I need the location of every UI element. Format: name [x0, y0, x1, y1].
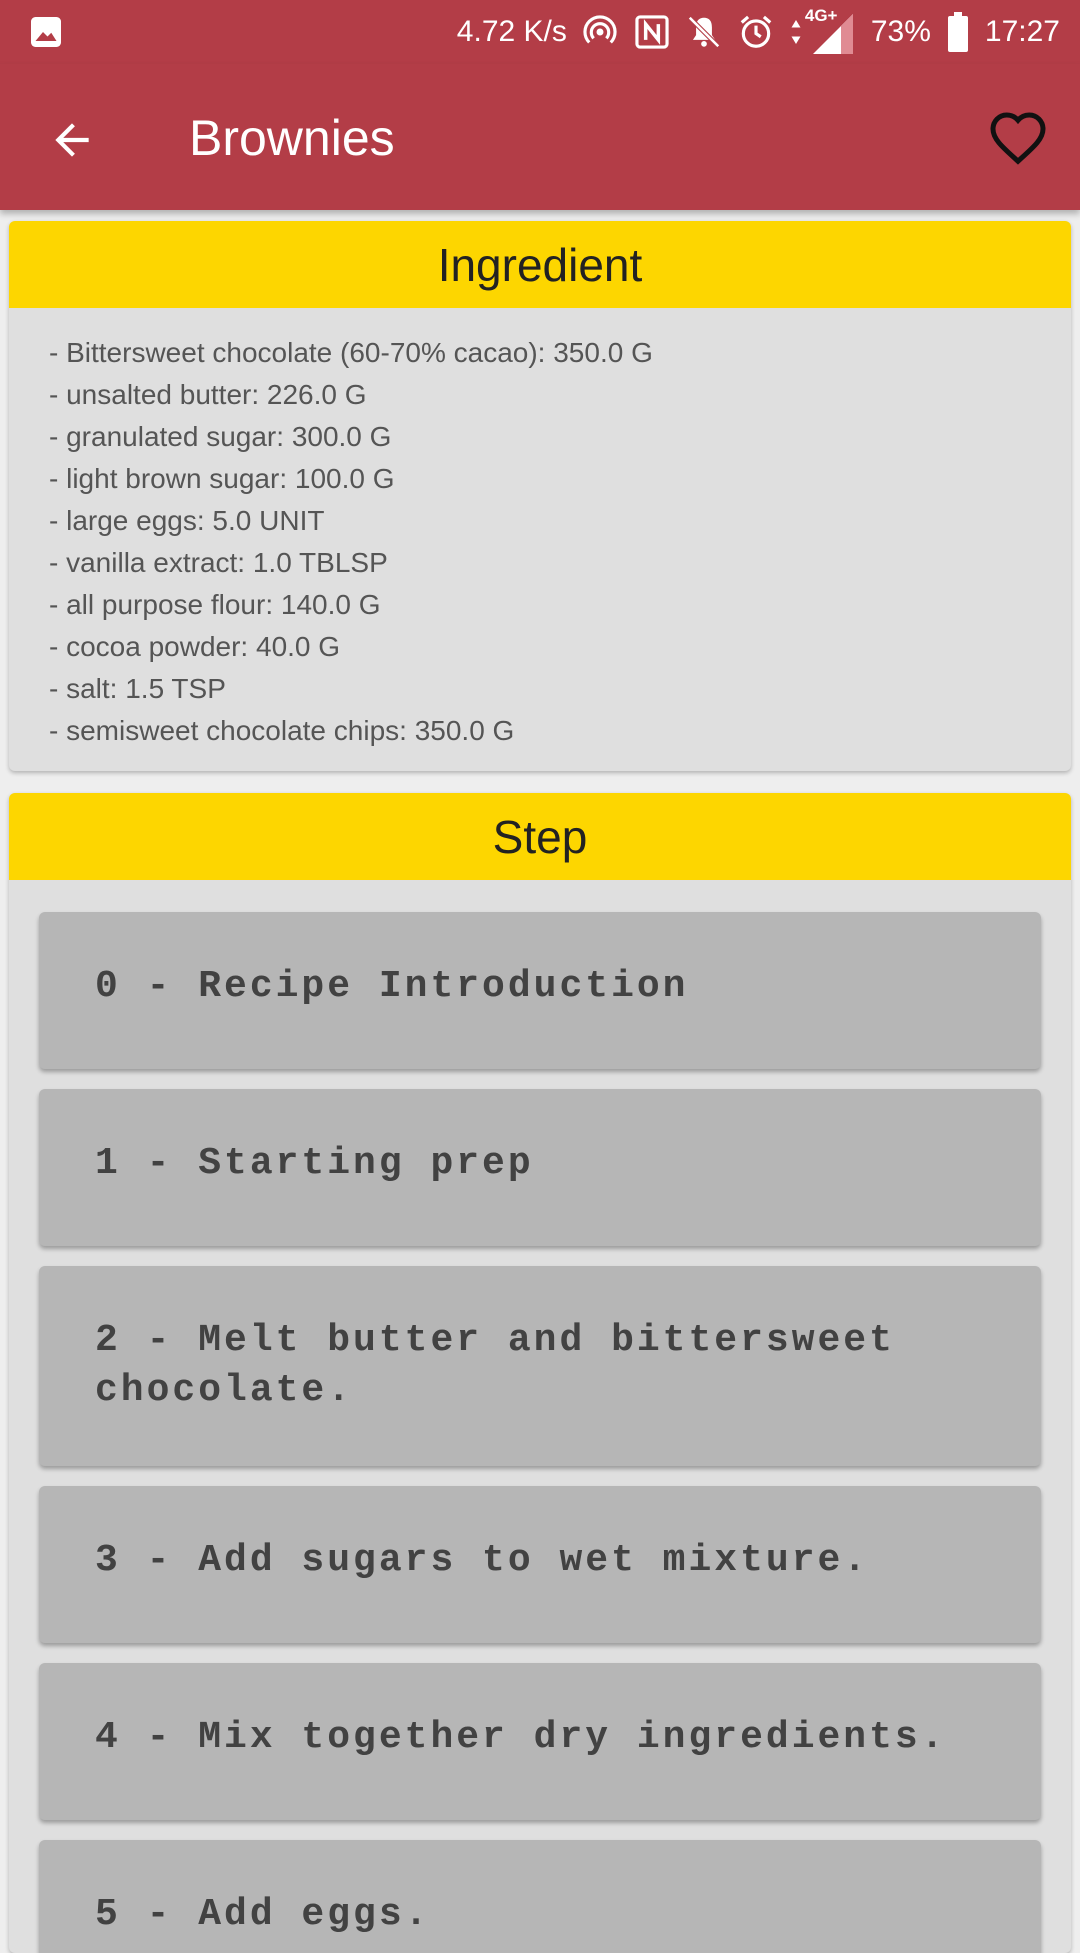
ingredient-item: - all purpose flour: 140.0 G: [49, 589, 381, 620]
battery-percent: 73%: [870, 15, 931, 48]
ingredient-item: - semisweet chocolate chips: 350.0 G: [49, 715, 515, 746]
ingredient-card: Ingredient - Bittersweet chocolate (60-7…: [9, 221, 1071, 771]
hotspot-icon: [583, 15, 617, 44]
app-bar: Brownies: [0, 64, 1080, 210]
step-header: Step: [9, 793, 1071, 880]
nfc-icon: [635, 15, 669, 49]
ingredient-item: - unsalted butter: 226.0 G: [49, 379, 367, 410]
ingredient-list: - Bittersweet chocolate (60-70% cacao): …: [9, 308, 1071, 752]
signal-icon: [812, 14, 853, 54]
alarm-icon: [740, 15, 772, 48]
step-item-0[interactable]: 0 - Recipe Introduction: [39, 912, 1041, 1069]
back-button[interactable]: [36, 104, 108, 176]
step-card: Step 0 - Recipe Introduction 1 - Startin…: [9, 793, 1071, 1953]
status-bar: 4.72 K/s 4G+ 73% 17:27: [0, 0, 1080, 64]
step-item-4[interactable]: 4 - Mix together dry ingredients.: [39, 1663, 1041, 1820]
ingredient-item: - large eggs: 5.0 UNIT: [49, 505, 325, 536]
ingredient-item: - Bittersweet chocolate (60-70% cacao): …: [49, 337, 653, 368]
favorite-button[interactable]: [980, 102, 1056, 178]
ingredient-item: - light brown sugar: 100.0 G: [49, 463, 395, 494]
bell-off-icon: [687, 16, 720, 48]
ingredient-item: - salt: 1.5 TSP: [49, 673, 226, 704]
clock: 17:27: [984, 15, 1060, 48]
ingredient-item: - granulated sugar: 300.0 G: [49, 421, 392, 452]
gallery-icon: [31, 17, 61, 47]
battery-icon: [947, 12, 968, 52]
heart-outline-icon: [990, 112, 1046, 165]
step-item-2[interactable]: 2 - Melt butter and bittersweet chocolat…: [39, 1266, 1041, 1466]
data-arrows-icon: [791, 20, 801, 44]
ingredient-item: - vanilla extract: 1.0 TBLSP: [49, 547, 388, 578]
ingredient-item: - cocoa powder: 40.0 G: [49, 631, 341, 662]
step-item-1[interactable]: 1 - Starting prep: [39, 1089, 1041, 1246]
net-speed: 4.72 K/s: [456, 15, 567, 48]
status-icons: 4.72 K/s 4G+ 73% 17:27: [457, 0, 1060, 64]
step-item-5[interactable]: 5 - Add eggs.: [39, 1840, 1041, 1953]
step-item-3[interactable]: 3 - Add sugars to wet mixture.: [39, 1486, 1041, 1643]
network-type-group: 4G+: [789, 6, 857, 54]
page-title: Brownies: [189, 110, 395, 166]
ingredient-header: Ingredient: [9, 221, 1071, 308]
arrow-back-icon: [55, 123, 89, 157]
step-list: 0 - Recipe Introduction 1 - Starting pre…: [9, 880, 1071, 1953]
